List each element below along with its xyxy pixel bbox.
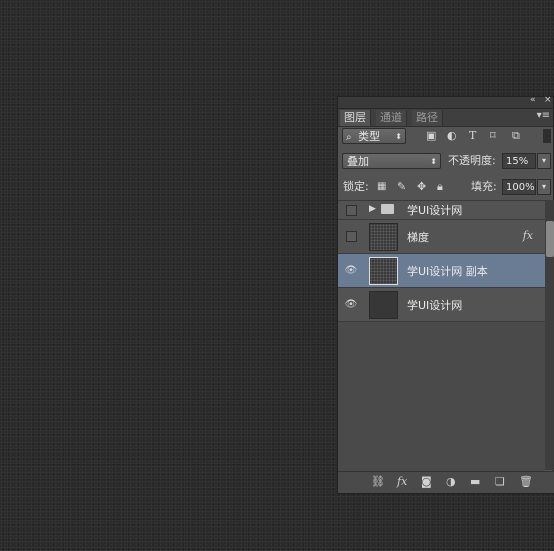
layer-name: 学UI设计网 副本 (407, 264, 488, 278)
add-layer-style-icon[interactable]: fx (397, 475, 407, 489)
tab-channels[interactable]: 通道 (376, 110, 407, 126)
layer-visibility-toggle[interactable]: 👁︎ (342, 288, 360, 321)
fill-input[interactable]: 100% (502, 179, 536, 195)
smart-object-filter-icon[interactable]: ⧉ (512, 129, 520, 143)
delete-layer-icon[interactable]: 🗑︎ (519, 475, 533, 489)
search-icon: ⌕ (346, 132, 352, 143)
new-group-icon[interactable]: ▬ (470, 475, 480, 489)
layer-row-gradient[interactable]: 梯度 fx (338, 220, 545, 254)
layer-group-row[interactable]: ▶ 学UI设计网 (338, 201, 545, 220)
chevron-updown-icon: ⬍ (395, 132, 402, 141)
filter-kind-label: 类型 (358, 130, 381, 143)
layer-visibility-toggle[interactable]: 👁︎ (342, 254, 360, 287)
visibility-off-box (345, 204, 357, 216)
panel-bottom-toolbar: ⛓︎ fx ◙ ◑ ▬ ❏ 🗑︎ (338, 471, 554, 493)
fill-slider-button[interactable]: ▾ (537, 179, 551, 195)
tab-paths[interactable]: 路径 (412, 110, 443, 126)
layers-panel: « × 图层 通道 路径 ▾≡ ⌕ 类型 ⬍ ▣ ◐ T ⌑ ⧉ 叠加 ⬍ 不透… (337, 95, 554, 494)
layer-thumbnail (369, 257, 398, 285)
lock-transparent-icon[interactable]: ▦ (377, 180, 386, 194)
layer-name: 学UI设计网 (407, 298, 463, 312)
layer-visibility-toggle[interactable] (342, 220, 360, 253)
panel-menu-button[interactable]: ▾≡ (537, 110, 550, 121)
layer-row-base[interactable]: 👁︎ 学UI设计网 (338, 288, 545, 322)
lock-label: 锁定: (343, 180, 369, 193)
layer-thumbnail (369, 291, 398, 319)
expand-triangle-icon[interactable]: ▶ (369, 204, 376, 214)
tab-layers[interactable]: 图层 (340, 110, 371, 126)
lock-position-move-icon[interactable]: ✥ (417, 180, 426, 194)
filter-row: ⌕ 类型 ⬍ ▣ ◐ T ⌑ ⧉ (338, 128, 554, 148)
add-mask-icon[interactable]: ◙ (421, 475, 432, 489)
filter-kind-select[interactable]: ⌕ 类型 ⬍ (342, 128, 406, 144)
layer-thumbnail (369, 223, 398, 251)
panel-tabs: 图层 通道 路径 ▾≡ (338, 109, 553, 127)
panel-title-bar: « × (338, 95, 553, 109)
layer-row-copy[interactable]: 👁︎ 学UI设计网 副本 (338, 254, 545, 288)
eye-icon: 👁︎ (344, 265, 358, 276)
collapse-panel-button[interactable]: « (530, 95, 536, 105)
layer-effects-icon[interactable]: fx (523, 229, 533, 242)
opacity-input[interactable]: 15% (502, 153, 536, 169)
link-layers-icon[interactable]: ⛓︎ (371, 475, 385, 489)
type-filter-icon[interactable]: T (469, 129, 476, 143)
lock-all-icon[interactable]: 🔒︎ (437, 180, 443, 194)
blend-row: 叠加 ⬍ 不透明度: 15% ▾ (338, 153, 554, 173)
layers-list: ▶ 学UI设计网 梯度 fx 👁︎ 学UI设计网 副本 👁︎ 学UI设计网 (338, 200, 545, 471)
folder-icon (381, 204, 394, 214)
blend-mode-select[interactable]: 叠加 ⬍ (342, 153, 441, 169)
layer-name: 梯度 (407, 230, 429, 244)
lock-row: 锁定: ▦ ✎ ✥ 🔒︎ 填充: 100% ▾ (338, 179, 554, 199)
shape-filter-icon[interactable]: ⌑ (490, 129, 496, 143)
image-filter-icon[interactable]: ▣ (426, 129, 436, 143)
group-name: 学UI设计网 (407, 204, 463, 217)
opacity-label: 不透明度: (448, 154, 496, 167)
filter-toggle-switch[interactable] (543, 129, 551, 143)
layers-scrollbar[interactable] (545, 200, 554, 470)
lock-image-brush-icon[interactable]: ✎ (397, 180, 406, 194)
opacity-slider-button[interactable]: ▾ (537, 153, 551, 169)
group-visibility-toggle[interactable] (342, 201, 360, 219)
adjustment-filter-icon[interactable]: ◐ (447, 129, 457, 143)
chevron-updown-icon: ⬍ (430, 157, 437, 166)
eye-icon: 👁︎ (344, 299, 358, 310)
new-adjustment-layer-icon[interactable]: ◑ (446, 475, 456, 489)
visibility-off-box (345, 231, 357, 242)
blend-mode-value: 叠加 (347, 155, 369, 168)
new-layer-icon[interactable]: ❏ (495, 475, 505, 489)
fill-label: 填充: (471, 180, 497, 193)
close-panel-button[interactable]: × (544, 95, 552, 105)
scrollbar-thumb[interactable] (546, 221, 554, 257)
